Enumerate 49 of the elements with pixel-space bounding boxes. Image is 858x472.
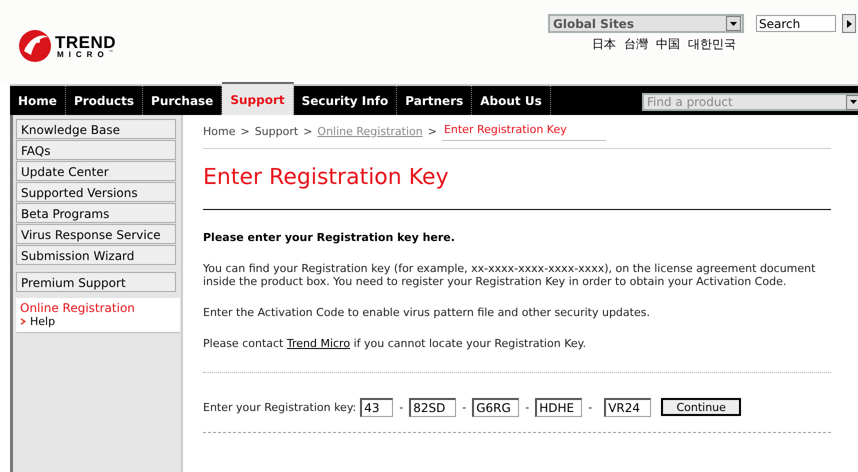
sidebar-item[interactable]: Virus Response Service (16, 224, 176, 244)
sidebar-item[interactable]: Premium Support (16, 272, 176, 292)
nav-tab[interactable]: Support (222, 82, 294, 115)
nav-tab[interactable]: Partners (397, 86, 472, 115)
key-separator: - (588, 400, 592, 414)
field-label: Enter your Registration key: (203, 400, 356, 414)
site-select[interactable]: Global Sites (548, 14, 744, 33)
nav-tab[interactable]: Security Info (294, 86, 398, 115)
logo-submark: MICRO (57, 50, 109, 58)
language-link[interactable]: 대한민국 (688, 36, 736, 53)
sidebar-item[interactable]: Update Center (16, 161, 176, 181)
sidebar-item[interactable]: Submission Wizard (16, 245, 176, 265)
key-input-field[interactable]: VR24 (604, 398, 652, 416)
contact-link[interactable]: Trend Micro (286, 337, 350, 350)
breadcrumb-separator: > (303, 124, 312, 138)
instruction-text: Please enter your Registration key here. (203, 231, 456, 244)
key-input-field[interactable]: 43 (360, 398, 394, 416)
sidebar-subitem[interactable]: Help (18, 315, 180, 328)
key-input-field[interactable]: HDHE (535, 398, 582, 416)
body-paragraph: Enter the Activation Code to enable virus pattern file and other security updates. (203, 306, 651, 319)
logo-wordmark: TREND (55, 34, 116, 50)
sidebar-item[interactable]: Beta Programs (16, 203, 176, 223)
breadcrumb-link[interactable]: Support (254, 124, 298, 138)
body-paragraph: You can find your Registration key (for example, xx-xxxx-xxxx-xxxx-xxxx), on the license agreement document inside the product box. You need to register your Registration Key in order to obtain your Activation Code. (203, 262, 816, 288)
key-input-field[interactable]: G6RG (472, 398, 520, 416)
nav-tab[interactable]: About Us (472, 86, 551, 115)
key-input-field[interactable]: 82SD (409, 398, 456, 416)
language-link[interactable]: 日本 (592, 36, 616, 53)
contact-paragraph: Please contact Trend Micro if you cannot locate your Registration Key. (203, 337, 588, 350)
sidebar-item[interactable]: Supported Versions (16, 182, 176, 202)
sidebar-item[interactable]: FAQs (16, 140, 176, 160)
sidebar-item[interactable]: Knowledge Base (16, 119, 176, 139)
key-separator: - (462, 400, 466, 414)
page-title: Enter Registration Key (203, 165, 450, 192)
language-link[interactable]: 中国 (656, 36, 680, 53)
breadcrumb-link[interactable]: Home (203, 124, 236, 138)
continue-button[interactable]: Continue (661, 398, 742, 416)
logo-icon (18, 29, 52, 63)
right-triangle-icon (846, 20, 852, 28)
key-separator: - (399, 400, 404, 414)
breadcrumb-separator: > (428, 124, 437, 138)
breadcrumb-link[interactable]: Online Registration (317, 124, 423, 138)
key-separator: - (525, 400, 530, 414)
breadcrumb-separator: > (240, 124, 250, 138)
chevron-icon (21, 318, 26, 325)
language-link[interactable]: 台灣 (624, 36, 648, 53)
search-go-button[interactable] (842, 14, 856, 33)
sidebar-current-item[interactable]: Online Registration (18, 301, 180, 315)
search-field[interactable]: Search (756, 15, 836, 32)
